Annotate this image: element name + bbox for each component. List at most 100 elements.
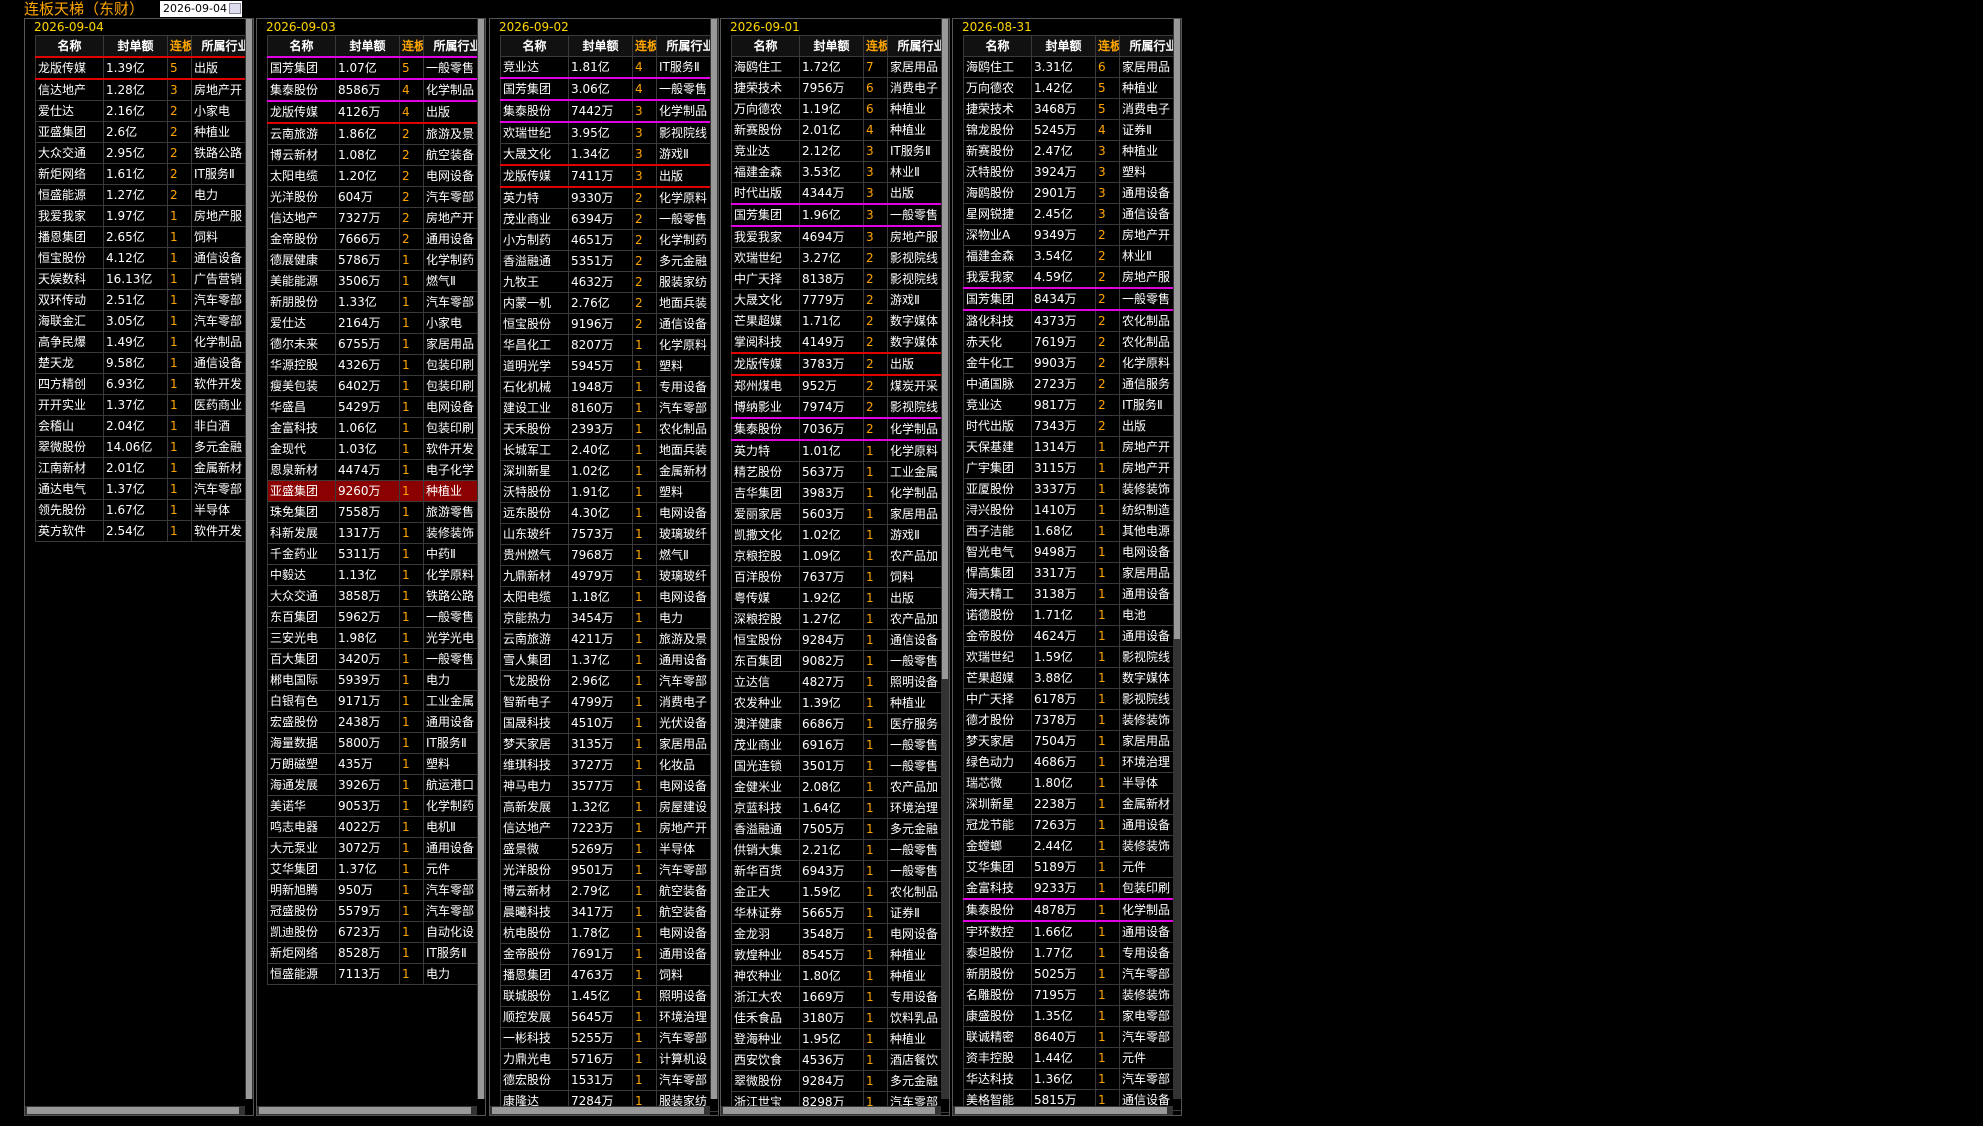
- table-row[interactable]: 光洋股份 604万 2 汽车零部: [267, 186, 485, 208]
- table-row[interactable]: 登海种业 1.95亿 1 种植业: [731, 1028, 949, 1050]
- table-row[interactable]: 我爱我家 1.97亿 1 房地产服: [35, 205, 253, 227]
- table-row[interactable]: 太阳电缆 1.20亿 2 电网设备: [267, 165, 485, 187]
- table-row[interactable]: 海联金汇 3.05亿 1 汽车零部: [35, 310, 253, 332]
- table-row[interactable]: 时代出版 7343万 2 出版: [963, 415, 1181, 437]
- table-row[interactable]: 美诺华 9053万 1 化学制药: [267, 795, 485, 817]
- header-seal-amount[interactable]: 封单额: [103, 35, 168, 58]
- table-row[interactable]: 欢瑞世纪 1.59亿 1 影视院线: [963, 646, 1181, 668]
- table-row[interactable]: 宏盛股份 2438万 1 通用设备: [267, 711, 485, 733]
- header-name[interactable]: 名称: [963, 35, 1032, 57]
- table-row[interactable]: 翠微股份 14.06亿 1 多元金融: [35, 436, 253, 458]
- table-row[interactable]: 芒果超媒 1.71亿 2 数字媒体: [731, 310, 949, 332]
- table-row[interactable]: 泰坦股份 1.77亿 1 专用设备: [963, 942, 1181, 964]
- table-row[interactable]: 大晟文化 1.34亿 3 游戏Ⅱ: [500, 143, 718, 166]
- table-row[interactable]: 道明光学 5945万 1 塑料: [500, 355, 718, 377]
- table-row[interactable]: 九牧王 4632万 2 服装家纺: [500, 271, 718, 293]
- table-row[interactable]: 播恩集团 4763万 1 饲料: [500, 964, 718, 986]
- scrollbar-thumb[interactable]: [723, 1107, 935, 1114]
- header-name[interactable]: 名称: [731, 35, 800, 57]
- table-row[interactable]: 华盛昌 5429万 1 电网设备: [267, 396, 485, 418]
- table-row[interactable]: 新朋股份 5025万 1 汽车零部: [963, 963, 1181, 985]
- table-row[interactable]: 石化机械 1948万 1 专用设备: [500, 376, 718, 398]
- table-row[interactable]: 我爱我家 4694万 3 房地产服: [731, 225, 949, 248]
- header-seal-amount[interactable]: 封单额: [799, 35, 864, 57]
- table-row[interactable]: 香溢融通 7505万 1 多元金融: [731, 818, 949, 840]
- table-row[interactable]: 美能能源 3506万 1 燃气Ⅱ: [267, 270, 485, 292]
- table-row[interactable]: 科新发展 1317万 1 装修装饰: [267, 522, 485, 544]
- table-row[interactable]: 金富科技 9233万 1 包装印刷: [963, 877, 1181, 900]
- table-row[interactable]: 播恩集团 2.65亿 1 饲料: [35, 226, 253, 248]
- table-row[interactable]: 恒盛能源 7113万 1 电力: [267, 963, 485, 985]
- table-row[interactable]: 茂业商业 6916万 1 一般零售: [731, 734, 949, 756]
- table-row[interactable]: 国芳集团 1.07亿 5 一般零售: [267, 56, 485, 80]
- table-row[interactable]: 凯迪股份 6723万 1 自动化设: [267, 921, 485, 943]
- table-row[interactable]: 京粮控股 1.09亿 1 农产品加: [731, 545, 949, 567]
- table-row[interactable]: 绿色动力 4686万 1 环境治理: [963, 751, 1181, 773]
- table-row[interactable]: 一彬科技 5255万 1 汽车零部: [500, 1027, 718, 1049]
- table-row[interactable]: 新炬网络 8528万 1 IT服务Ⅱ: [267, 942, 485, 964]
- table-row[interactable]: 神农种业 1.80亿 1 种植业: [731, 965, 949, 987]
- scrollbar-thumb[interactable]: [478, 19, 484, 1099]
- table-row[interactable]: 英方软件 2.54亿 1 软件开发: [35, 520, 253, 542]
- table-row[interactable]: 康盛股份 1.35亿 1 家电零部: [963, 1005, 1181, 1027]
- table-row[interactable]: 金帝股份 7691万 1 通用设备: [500, 943, 718, 965]
- vertical-scrollbar[interactable]: [1173, 19, 1181, 1099]
- header-limit-count[interactable]: 连板: [1095, 35, 1120, 57]
- horizontal-scrollbar[interactable]: [257, 1106, 477, 1115]
- table-row[interactable]: 国芳集团 3.06亿 4 一般零售: [500, 77, 718, 101]
- table-row[interactable]: 翠微股份 9284万 1 多元金融: [731, 1070, 949, 1092]
- table-row[interactable]: 开开实业 1.37亿 1 医药商业: [35, 394, 253, 416]
- table-row[interactable]: 澳洋健康 6686万 1 医疗服务: [731, 713, 949, 735]
- table-row[interactable]: 江南新材 2.01亿 1 金属新材: [35, 457, 253, 479]
- table-row[interactable]: 竞业达 2.12亿 3 IT服务Ⅱ: [731, 140, 949, 162]
- scrollbar-thumb[interactable]: [955, 1107, 1167, 1114]
- table-row[interactable]: 海量数据 5800万 1 IT服务Ⅱ: [267, 732, 485, 754]
- table-row[interactable]: 长城军工 2.40亿 1 地面兵装: [500, 439, 718, 461]
- table-row[interactable]: 集泰股份 4878万 1 化学制品: [963, 898, 1181, 922]
- scrollbar-thumb[interactable]: [492, 1107, 704, 1114]
- header-name[interactable]: 名称: [35, 35, 104, 58]
- table-row[interactable]: 天禾股份 2393万 1 农化制品: [500, 418, 718, 440]
- table-row[interactable]: 农发种业 1.39亿 1 种植业: [731, 692, 949, 714]
- table-row[interactable]: 沃特股份 3924万 3 塑料: [963, 161, 1181, 183]
- table-row[interactable]: 宇环数控 1.66亿 1 通用设备: [963, 920, 1181, 943]
- table-row[interactable]: 新华百货 6943万 1 一般零售: [731, 860, 949, 882]
- vertical-scrollbar[interactable]: [245, 19, 253, 1099]
- table-row[interactable]: 智光电气 9498万 1 电网设备: [963, 541, 1181, 563]
- table-row[interactable]: 时代出版 4344万 3 出版: [731, 182, 949, 205]
- horizontal-scrollbar[interactable]: [721, 1106, 941, 1115]
- table-row[interactable]: 百大集团 3420万 1 一般零售: [267, 648, 485, 670]
- calendar-icon[interactable]: [229, 3, 242, 14]
- table-row[interactable]: 龙版传媒 3783万 2 出版: [731, 352, 949, 376]
- table-row[interactable]: 福建金森 3.53亿 3 林业Ⅱ: [731, 161, 949, 183]
- vertical-scrollbar[interactable]: [477, 19, 485, 1099]
- table-row[interactable]: 欢瑞世纪 3.27亿 2 影视院线: [731, 247, 949, 269]
- table-row[interactable]: 金螳螂 2.44亿 1 装修装饰: [963, 835, 1181, 857]
- table-row[interactable]: 智新电子 4799万 1 消费电子: [500, 691, 718, 713]
- table-row[interactable]: 三安光电 1.98亿 1 光学光电: [267, 627, 485, 649]
- table-row[interactable]: 太阳电缆 1.18亿 1 电网设备: [500, 586, 718, 608]
- table-row[interactable]: 金正大 1.59亿 1 农化制品: [731, 881, 949, 903]
- table-row[interactable]: 会稽山 2.04亿 1 非白酒: [35, 415, 253, 437]
- table-row[interactable]: 新赛股份 2.47亿 3 种植业: [963, 140, 1181, 162]
- table-row[interactable]: 英力特 1.01亿 1 化学原料: [731, 439, 949, 462]
- table-row[interactable]: 大众交通 3858万 1 铁路公路: [267, 585, 485, 607]
- scrollbar-thumb[interactable]: [246, 19, 252, 1099]
- table-row[interactable]: 双环传动 2.51亿 1 汽车零部: [35, 289, 253, 311]
- table-row[interactable]: 吉华集团 3983万 1 化学制品: [731, 482, 949, 504]
- table-row[interactable]: 爱丽家居 5603万 1 家居用品: [731, 503, 949, 525]
- table-row[interactable]: 联诚精密 8640万 1 汽车零部: [963, 1026, 1181, 1048]
- header-name[interactable]: 名称: [500, 35, 569, 57]
- table-row[interactable]: 艾华集团 5189万 1 元件: [963, 856, 1181, 878]
- table-row[interactable]: 金帝股份 7666万 2 通用设备: [267, 228, 485, 250]
- table-row[interactable]: 西安饮食 4536万 1 酒店餐饮: [731, 1049, 949, 1071]
- table-row[interactable]: 德才股份 7378万 1 装修装饰: [963, 709, 1181, 731]
- header-seal-amount[interactable]: 封单额: [1031, 35, 1096, 57]
- table-row[interactable]: 名雕股份 7195万 1 装修装饰: [963, 984, 1181, 1006]
- table-row[interactable]: 集泰股份 7442万 3 化学制品: [500, 99, 718, 123]
- table-row[interactable]: 恒宝股份 9284万 1 通信设备: [731, 629, 949, 651]
- table-row[interactable]: 九鼎新材 4979万 1 玻璃玻纤: [500, 565, 718, 587]
- table-row[interactable]: 通达电气 1.37亿 1 汽车零部: [35, 478, 253, 500]
- header-limit-count[interactable]: 连板: [632, 35, 657, 57]
- table-row[interactable]: 华昌化工 8207万 1 化学原料: [500, 334, 718, 356]
